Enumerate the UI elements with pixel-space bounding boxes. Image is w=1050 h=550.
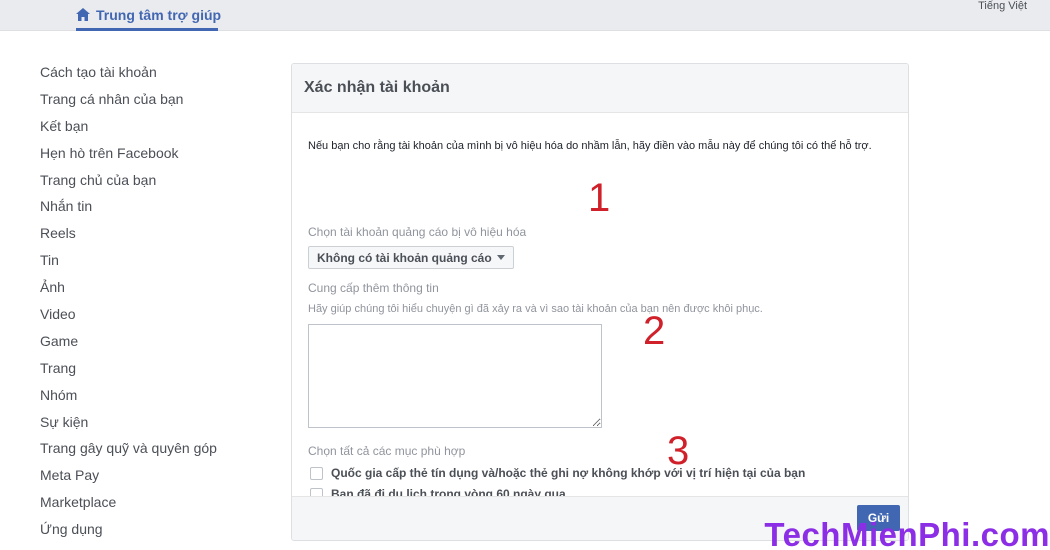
annotation-number-3: 3 (667, 429, 690, 473)
help-center-link[interactable]: Trung tâm trợ giúp (76, 0, 221, 31)
ad-account-label: Chọn tài khoản quảng cáo bị vô hiệu hóa (308, 225, 527, 239)
language-selector[interactable]: Tiếng Việt (978, 0, 1027, 13)
sidebar-item-friends[interactable]: Kết bạn (40, 116, 270, 143)
annotation-number-1: 1 (588, 176, 611, 220)
home-icon (76, 8, 90, 21)
sidebar-item-dating[interactable]: Hẹn hò trên Facebook (40, 143, 270, 170)
sidebar-item-photos[interactable]: Ảnh (40, 277, 270, 304)
annotation-number-2: 2 (643, 309, 666, 353)
sidebar-item-reels[interactable]: Reels (40, 223, 270, 250)
sidebar-item-pages[interactable]: Trang (40, 358, 270, 385)
sidebar-item-video[interactable]: Video (40, 304, 270, 331)
checkbox-label: Quốc gia cấp thẻ tín dụng và/hoặc thẻ gh… (331, 466, 806, 480)
checkbox[interactable] (310, 466, 323, 480)
sidebar-item-meta-pay[interactable]: Meta Pay (40, 465, 270, 492)
form-intro-text: Nếu bạn cho rằng tài khoản của mình bị v… (308, 140, 872, 152)
sidebar-nav: Cách tạo tài khoản Trang cá nhân của bạn… (40, 62, 270, 546)
form-header: Xác nhận tài khoản (292, 64, 908, 113)
sidebar-item-groups[interactable]: Nhóm (40, 385, 270, 412)
top-bar: Trung tâm trợ giúp Tiếng Việt (0, 0, 1050, 31)
sidebar-item-fundraisers[interactable]: Trang gây quỹ và quyên góp (40, 438, 270, 465)
ad-account-dropdown[interactable]: Không có tài khoản quảng cáo (308, 246, 514, 269)
sidebar-item-create-account[interactable]: Cách tạo tài khoản (40, 62, 270, 89)
sidebar-item-apps[interactable]: Ứng dụng (40, 519, 270, 546)
sidebar-item-messaging[interactable]: Nhắn tin (40, 196, 270, 223)
sidebar-item-profile[interactable]: Trang cá nhân của bạn (40, 89, 270, 116)
sidebar-item-marketplace[interactable]: Marketplace (40, 492, 270, 519)
more-info-textarea[interactable] (308, 324, 602, 428)
checkbox-option-card-country[interactable]: Quốc gia cấp thẻ tín dụng và/hoặc thẻ gh… (310, 466, 805, 480)
active-tab-indicator (76, 28, 218, 31)
checklist-label: Chọn tất cả các mục phù hợp (308, 444, 466, 458)
ad-account-selected-value: Không có tài khoản quảng cáo (317, 250, 492, 265)
account-verification-form: Xác nhận tài khoản Nếu bạn cho rằng tài … (291, 63, 909, 541)
sidebar-item-gaming[interactable]: Game (40, 331, 270, 358)
chevron-down-icon (496, 255, 505, 260)
sidebar-item-home[interactable]: Trang chủ của bạn (40, 170, 270, 197)
form-body: Nếu bạn cho rằng tài khoản của mình bị v… (292, 113, 908, 522)
watermark: TechMienPhi.com (764, 516, 1050, 550)
sidebar-item-events[interactable]: Sự kiện (40, 412, 270, 439)
more-info-help-text: Hãy giúp chúng tôi hiểu chuyện gì đã xảy… (308, 303, 763, 315)
sidebar-item-stories[interactable]: Tin (40, 250, 270, 277)
more-info-label: Cung cấp thêm thông tin (308, 281, 439, 295)
form-title: Xác nhận tài khoản (304, 79, 450, 96)
help-center-label: Trung tâm trợ giúp (96, 6, 222, 23)
